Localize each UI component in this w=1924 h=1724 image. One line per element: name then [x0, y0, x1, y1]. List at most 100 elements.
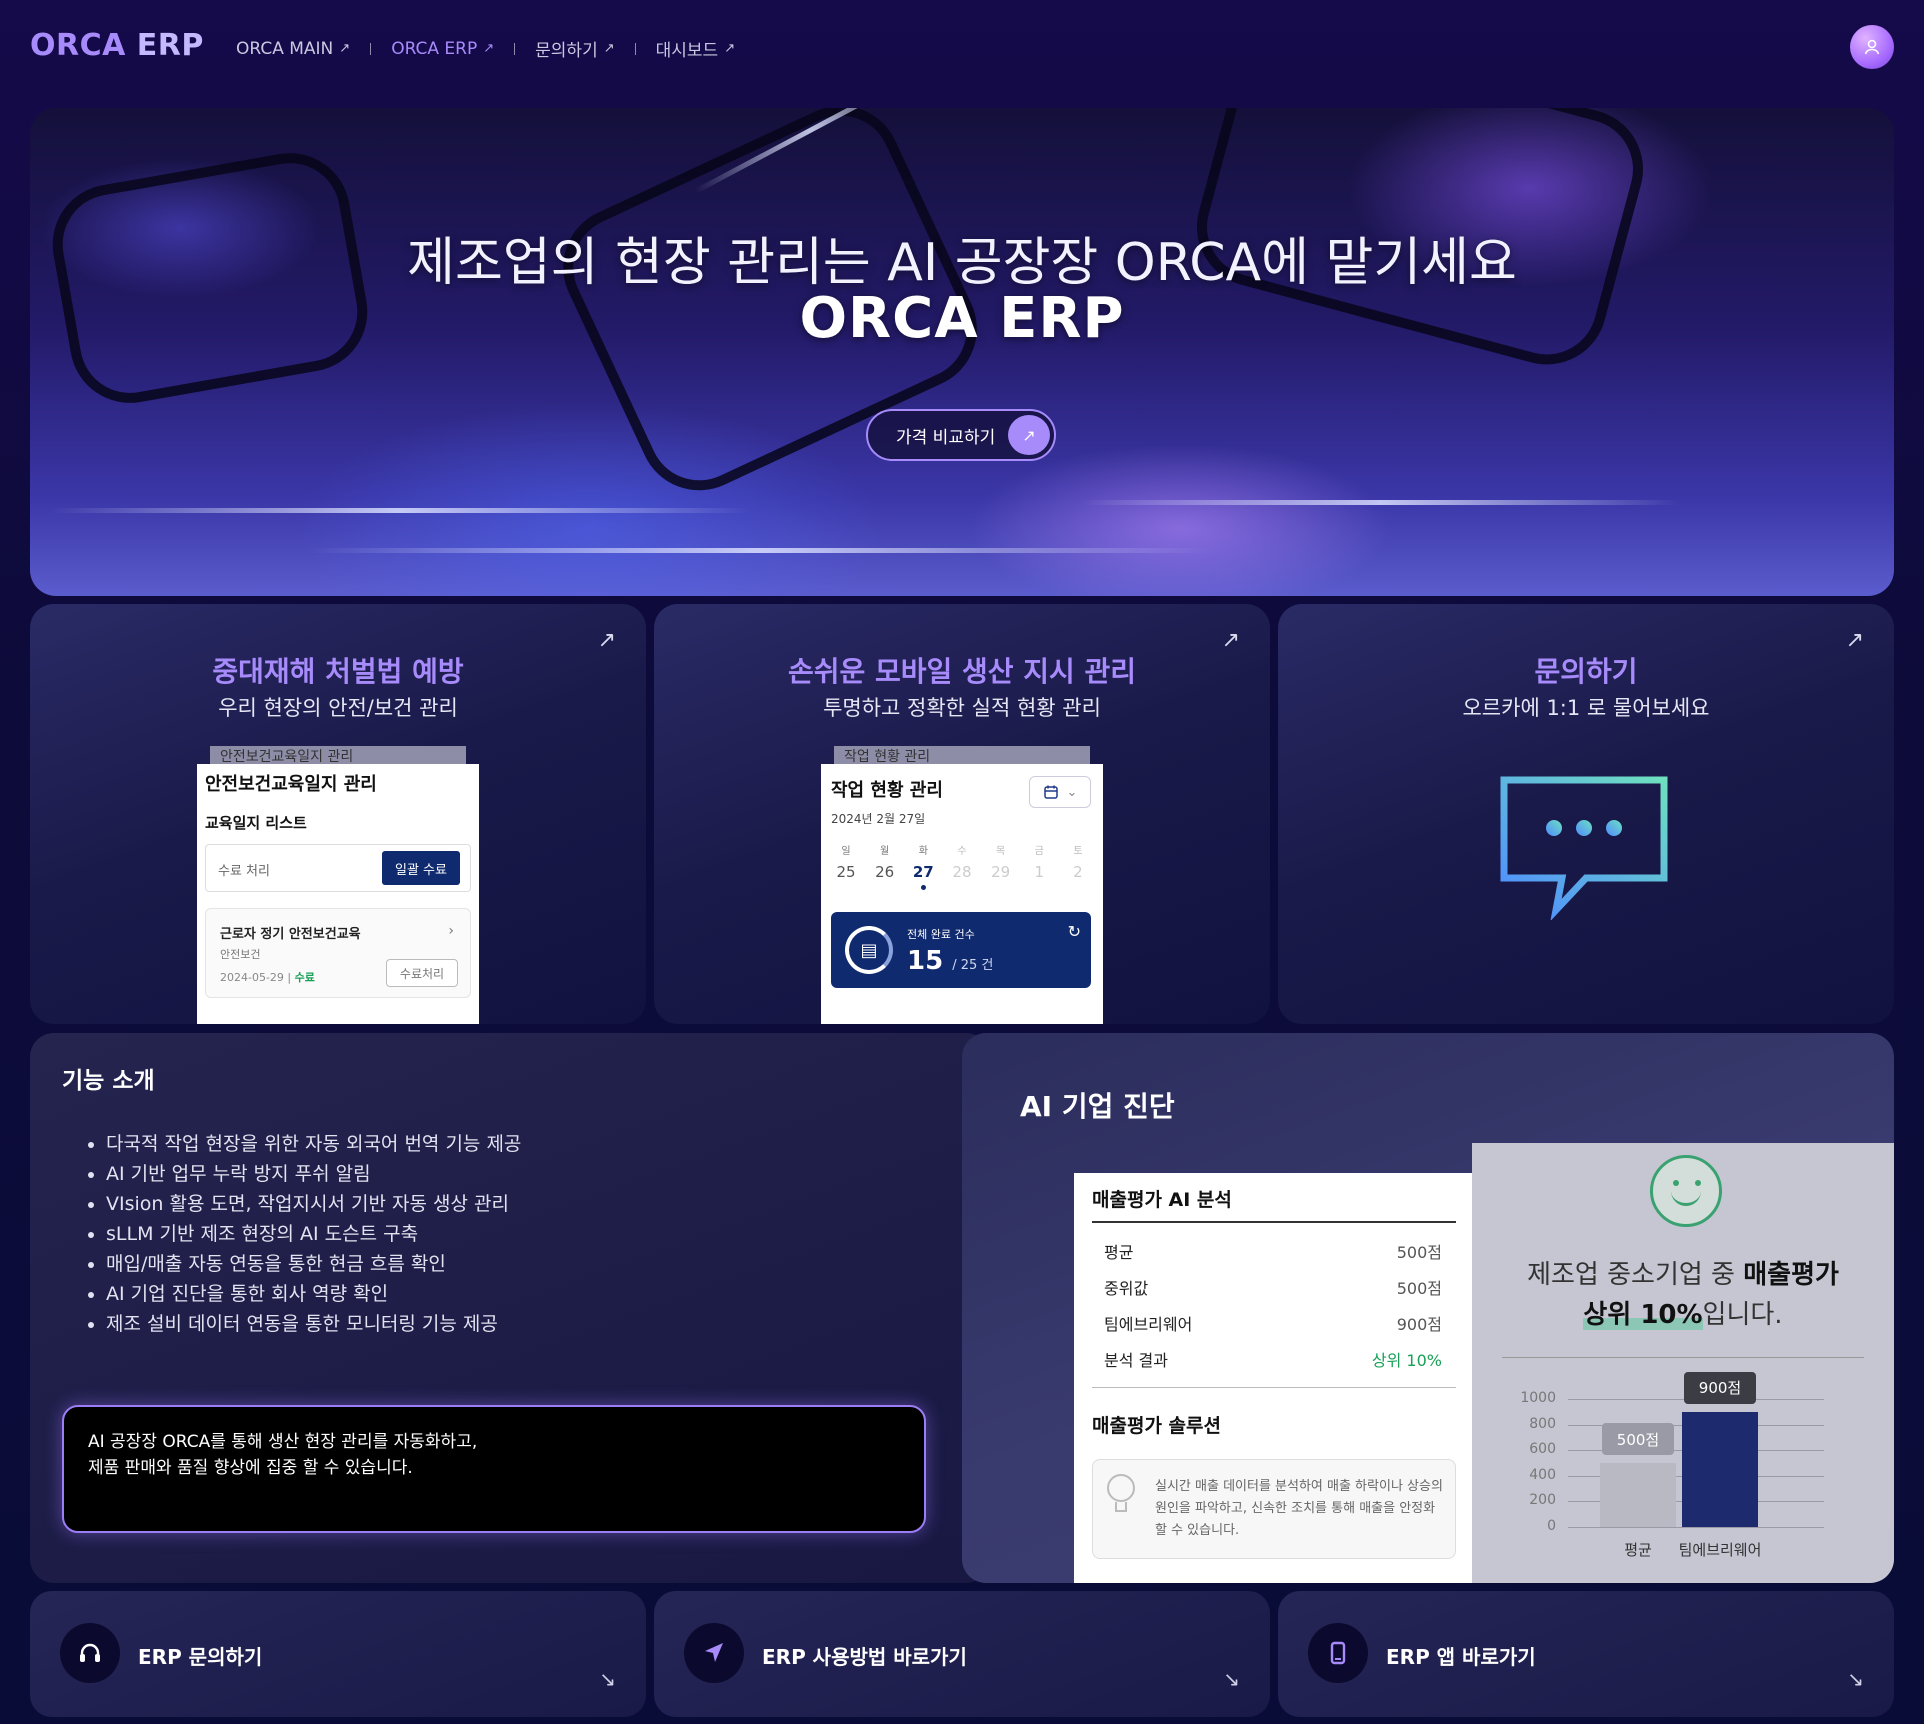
- week-day-selected: 화 27: [908, 842, 938, 890]
- week-day: 목 29: [986, 842, 1016, 890]
- card-inquiry[interactable]: 문의하기 오르카에 1:1 로 물어보세요 ↗: [1278, 604, 1894, 1024]
- headphones-icon: [60, 1623, 120, 1683]
- result-text: 제조업 중소기업 중: [1527, 1260, 1744, 1290]
- analysis-row: 팀에브리웨어 900점: [1104, 1311, 1442, 1347]
- mock-list-item: 근로자 정기 안전보건교육 › 안전보건 2024-05-29 | 수료 수료처…: [205, 908, 471, 998]
- smile-eye: [1695, 1180, 1701, 1186]
- result-highlight: 상위 10%: [1583, 1300, 1703, 1330]
- analysis-row: 평균 500점: [1104, 1239, 1442, 1275]
- safety-mock-screen: 안전보건교육일지 관리 교육일지 리스트 수료 처리 일괄 수료 근로자 정기 …: [197, 764, 479, 1024]
- analysis-row: 중위값 500점: [1104, 1275, 1442, 1311]
- arrow-up-right-icon[interactable]: ↗: [598, 628, 616, 653]
- day-number: 25: [836, 863, 856, 881]
- menu-item-label: ORCA MAIN: [236, 38, 334, 59]
- summary-line: AI 공장장 ORCA를 통해 생산 현장 관리를 자동화하고,: [88, 1432, 478, 1452]
- solution-box: 실시간 매출 데이터를 분석하여 매출 하락이나 상승의 원인을 파악하고, 신…: [1092, 1459, 1456, 1559]
- row-label: 팀에브리웨어: [1104, 1315, 1193, 1334]
- day-number: 26: [875, 863, 895, 881]
- weekday-label: 화: [918, 846, 928, 857]
- row-label: 분석 결과: [1104, 1351, 1168, 1370]
- mock-tab: 작업 현황 관리: [834, 746, 1090, 766]
- price-compare-button[interactable]: 가격 비교하기 ↗: [866, 409, 1056, 461]
- completion-count: 15 / 25 건: [907, 946, 993, 976]
- grid-line: [1568, 1527, 1824, 1528]
- menu-item-orca-erp[interactable]: ORCA ERP ↗: [391, 39, 494, 59]
- chat-bubble-icon: [1500, 776, 1668, 920]
- feature-item: sLLM 기반 제조 현장의 AI 도슨트 구축: [106, 1219, 521, 1249]
- mock-row-meta: 2024-05-29 | 수료: [220, 971, 315, 984]
- top-nav: ORCA ERP ORCA MAIN ↗ ORCA ERP ↗ 문의하기 ↗ 대…: [0, 0, 1924, 95]
- card-subtitle: 오르카에 1:1 로 물어보세요: [1462, 696, 1710, 720]
- y-tick-label: 0: [1547, 1518, 1556, 1534]
- card-mobile-production[interactable]: 손쉬운 모바일 생산 지시 관리 투명하고 정확한 실적 현황 관리 ↗ 작업 …: [654, 604, 1270, 1024]
- arrow-up-right-icon: ↗: [603, 41, 615, 56]
- erp-app-link[interactable]: ERP 앱 바로가기 ↘: [1278, 1591, 1894, 1717]
- analysis-title: 매출평가 AI 분석: [1092, 1189, 1232, 1211]
- send-icon: [684, 1623, 744, 1683]
- menu-divider: [370, 42, 372, 55]
- menu-item-label: 대시보드: [655, 41, 719, 61]
- completion-total: / 25 건: [952, 958, 994, 973]
- arrow-up-right-icon: ↗: [724, 41, 736, 56]
- analysis-sheet: 매출평가 AI 분석 평균 500점 중위값 500점 팀에브리웨어 900점 분석 …: [1074, 1173, 1472, 1583]
- mock-row-date: 2024-05-29: [220, 971, 284, 984]
- mock-input: 수료 처리 일괄 수료: [205, 844, 471, 892]
- y-tick-label: 400: [1529, 1466, 1556, 1483]
- row-value: 500점: [1396, 1243, 1442, 1262]
- phone-icon: [1308, 1623, 1368, 1683]
- row-label: 중위값: [1104, 1279, 1149, 1298]
- chevron-right-icon: ›: [448, 923, 454, 939]
- weekday-label: 목: [996, 846, 1006, 857]
- logo-orca: ORCA: [30, 28, 126, 63]
- mock-row-category: 안전보건: [220, 948, 261, 961]
- smile-icon: [1650, 1155, 1722, 1227]
- smile-mouth: [1671, 1190, 1701, 1206]
- week-day: 일 25: [831, 842, 861, 890]
- menu-item-dashboard[interactable]: 대시보드 ↗: [656, 36, 735, 61]
- divider: [1092, 1221, 1456, 1223]
- card-title: 중대재해 처벌법 예방: [212, 655, 464, 688]
- feature-item: 매입/매출 자동 연동을 통한 현금 흐름 확인: [106, 1249, 521, 1279]
- mock-row-status: 수료: [294, 971, 315, 984]
- calendar-dropdown: ⌄: [1029, 776, 1091, 808]
- ai-diagnosis-section: AI 기업 진단 매출평가 AI 분석 평균 500점 중위값 500점 팀에브리웨…: [962, 1033, 1894, 1583]
- week-strip: 일 25 월 26 화 27 수 28 목 29 금1 토2: [831, 842, 1093, 890]
- arrow-up-right-icon[interactable]: ↗: [1846, 628, 1864, 653]
- result-panel: 제조업 중소기업 중 매출평가 상위 10%입니다. 1000 800 600 400…: [1472, 1143, 1894, 1583]
- row-value-highlight: 상위 10%: [1371, 1351, 1442, 1370]
- bar: [1600, 1463, 1676, 1527]
- erp-inquiry-link[interactable]: ERP 문의하기 ↘: [30, 1591, 646, 1717]
- card-safety[interactable]: 중대재해 처벌법 예방 우리 현장의 안전/보건 관리 ↗ 안전보건교육일지 관…: [30, 604, 646, 1024]
- hero-product-name: ORCA ERP: [799, 286, 1125, 351]
- feature-item: 다국적 작업 현장을 위한 자동 외국어 번역 기능 제공: [106, 1129, 521, 1159]
- weekday-label: 수: [957, 846, 967, 857]
- summary-line: 제품 판매와 품질 향상에 집중 할 수 있습니다.: [88, 1458, 413, 1478]
- features-heading: 기능 소개: [62, 1068, 155, 1094]
- x-tick-label: 팀에브리웨어: [1678, 1541, 1762, 1559]
- features-list: 다국적 작업 현장을 위한 자동 외국어 번역 기능 제공 AI 기반 업무 누…: [106, 1129, 521, 1339]
- link-label: ERP 사용방법 바로가기: [762, 1645, 967, 1669]
- logo[interactable]: ORCA ERP: [30, 28, 204, 63]
- completion-label: 전체 완료 건수: [907, 928, 975, 941]
- arrow-up-right-icon[interactable]: ↗: [1222, 628, 1240, 653]
- result-text: 입니다.: [1702, 1300, 1783, 1330]
- day-number: 29: [991, 863, 1011, 881]
- score-bar-chart: 1000 800 600 400 200 0 500점 평균 900점 팀에브리웨어: [1512, 1371, 1882, 1583]
- y-tick-label: 200: [1529, 1492, 1556, 1509]
- row-label: 평균: [1104, 1243, 1134, 1262]
- weekday-label: 월: [880, 846, 890, 857]
- erp-guide-link[interactable]: ERP 사용방법 바로가기 ↘: [654, 1591, 1270, 1717]
- arrow-down-right-icon: ↘: [1847, 1667, 1864, 1691]
- arrow-up-right-icon: ↗: [339, 41, 351, 56]
- menu-divider: [514, 42, 516, 55]
- divider: [1502, 1357, 1864, 1358]
- menu-item-inquiry[interactable]: 문의하기 ↗: [535, 36, 614, 61]
- feature-item: AI 기업 진단을 통한 회사 역량 확인: [106, 1279, 521, 1309]
- menu-item-label: ORCA ERP: [391, 38, 478, 59]
- features-section: 기능 소개 다국적 작업 현장을 위한 자동 외국어 번역 기능 제공 AI 기…: [30, 1033, 990, 1583]
- bar-value-label: 900점: [1684, 1371, 1756, 1404]
- user-avatar-button[interactable]: [1850, 25, 1894, 69]
- week-day: 토2: [1063, 842, 1093, 890]
- menu-item-orca-main[interactable]: ORCA MAIN ↗: [236, 39, 350, 59]
- document-icon: ▤: [845, 926, 893, 974]
